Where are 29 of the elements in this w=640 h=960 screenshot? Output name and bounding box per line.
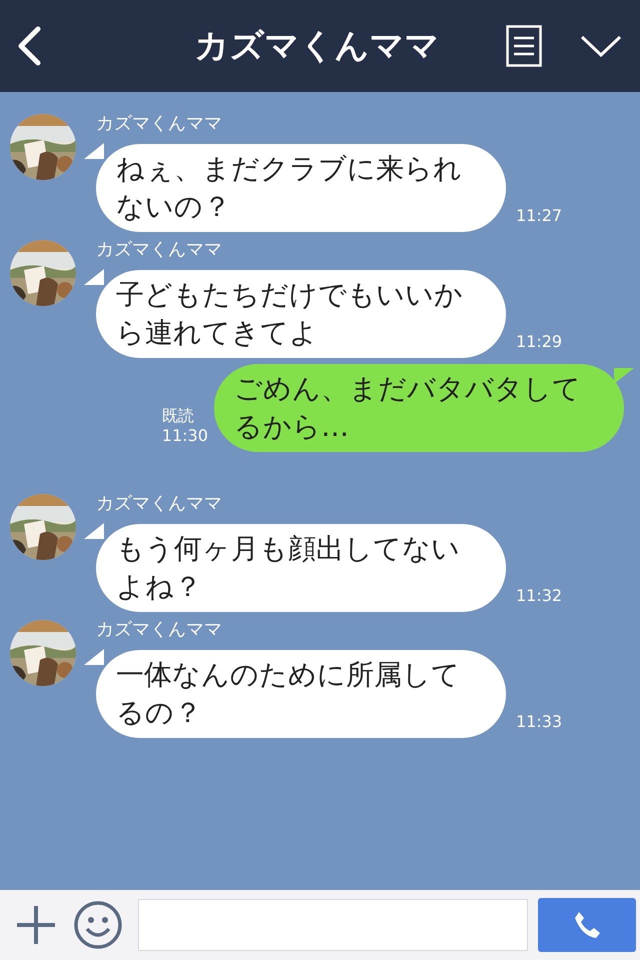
bubble-tail [84, 649, 104, 665]
chevron-down-icon[interactable] [580, 34, 622, 58]
sender-name: カズマくんママ [96, 112, 223, 136]
message-bubble: ねぇ、まだクラブに来られないの？ [96, 144, 506, 232]
timestamp: 11:29 [516, 332, 562, 352]
menu-icon[interactable] [506, 25, 542, 67]
timestamp: 11:32 [516, 586, 562, 606]
read-receipt: 既読 [162, 406, 195, 426]
timestamp: 11:30 [162, 426, 208, 446]
sender-name: カズマくんママ [96, 618, 223, 642]
sender-name: カズマくんママ [96, 492, 223, 516]
message-input-field[interactable] [138, 899, 528, 951]
plus-icon[interactable] [16, 905, 56, 945]
message-bubble: もう何ヶ月も顔出してないよね？ [96, 524, 506, 612]
timestamp: 11:27 [516, 206, 562, 226]
sender-name: カズマくんママ [96, 238, 223, 262]
smiley-icon[interactable] [74, 901, 122, 949]
call-button[interactable] [538, 898, 636, 952]
bubble-tail [614, 368, 634, 384]
message-bubble: ごめん、まだバタバタしてるから… [214, 364, 624, 452]
bubble-tail [84, 269, 104, 285]
bubble-tail [84, 143, 104, 159]
chat-title: カズマくんママ [194, 25, 440, 68]
back-icon[interactable] [16, 26, 42, 66]
phone-icon [572, 910, 602, 940]
message-bubble: 子どもたちだけでもいいから連れてきてよ [96, 270, 506, 358]
bubble-tail [84, 523, 104, 539]
message-bubble: 一体なんのために所属してるの？ [96, 650, 506, 738]
timestamp: 11:33 [516, 712, 562, 732]
